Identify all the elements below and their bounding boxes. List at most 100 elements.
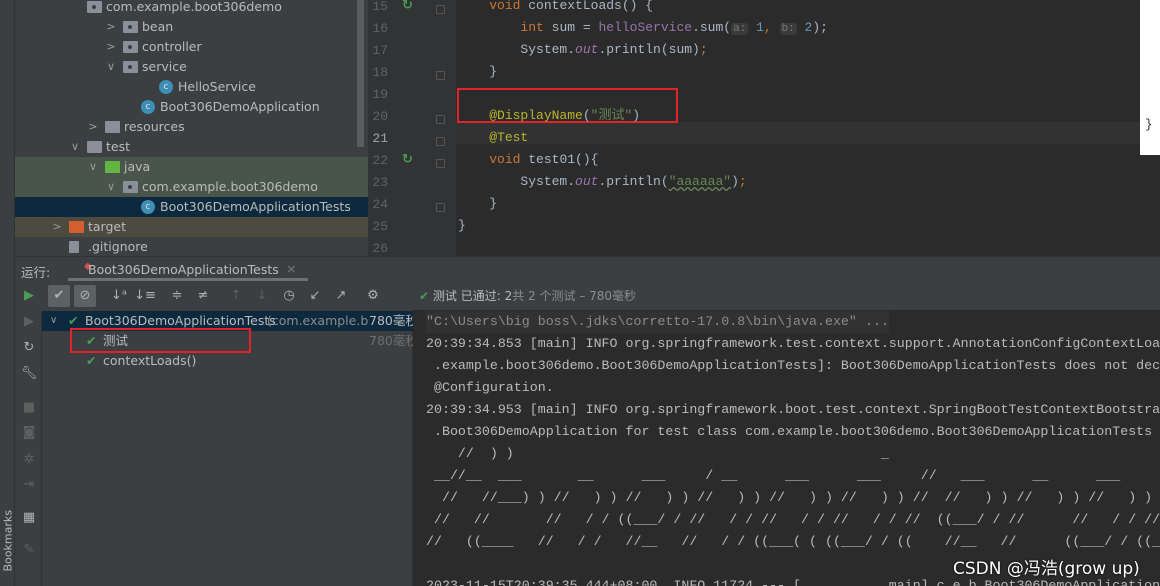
code-line[interactable]: @Test bbox=[458, 127, 528, 149]
import-tests-icon[interactable]: ↙ bbox=[304, 285, 326, 307]
chevron-down-icon[interactable]: ∨ bbox=[87, 157, 99, 177]
expand-all-icon[interactable]: ≑ bbox=[166, 285, 188, 307]
code-token-fn: } bbox=[458, 64, 498, 79]
code-line[interactable]: void contextLoads() { bbox=[458, 0, 653, 17]
code-line[interactable]: System.out.println("aaaaaa"); bbox=[458, 171, 746, 193]
layout-icon[interactable]: ▦ bbox=[17, 510, 41, 525]
code-token-fn bbox=[458, 108, 489, 123]
sort-duration-icon[interactable]: ↓≡ bbox=[134, 285, 156, 307]
close-tab-icon[interactable]: × bbox=[286, 261, 296, 276]
prev-failed-icon[interactable]: ↑ bbox=[225, 285, 247, 307]
console-line: .Boot306DemoApplication for test class c… bbox=[426, 424, 1153, 439]
login-icon[interactable]: ⇥ bbox=[17, 477, 41, 492]
bookmarks-tab[interactable]: Bookmarks bbox=[2, 502, 15, 571]
history-icon[interactable]: ◷ bbox=[278, 285, 300, 307]
rerun-icon[interactable]: ▶ bbox=[17, 288, 41, 303]
chevron-down-icon[interactable]: ∨ bbox=[69, 137, 81, 157]
fold-icon[interactable] bbox=[436, 115, 445, 124]
tree-item-folder[interactable]: ∨ test bbox=[15, 137, 368, 157]
tree-item-package[interactable]: ∨ service bbox=[15, 57, 368, 77]
tree-item-package[interactable]: ∨ com.example.boot306demo bbox=[15, 177, 368, 197]
collapse-all-icon[interactable]: ≠ bbox=[192, 285, 214, 307]
tree-scrollbar[interactable] bbox=[357, 0, 364, 147]
chevron-right-icon[interactable]: > bbox=[105, 37, 117, 57]
code-line[interactable]: System.out.println(sum); bbox=[458, 39, 708, 61]
fold-icon[interactable] bbox=[436, 159, 445, 168]
folder-icon bbox=[123, 41, 138, 53]
test-status-bar: ✔ 测试 已通过: 2共 2 个测试 – 780毫秒 bbox=[413, 283, 1160, 310]
code-token-it: out bbox=[575, 174, 599, 189]
code-token-fn: contextLoads() { bbox=[528, 0, 654, 13]
code-token-fn: sum = bbox=[551, 20, 599, 35]
show-passed-icon[interactable]: ✔ bbox=[48, 285, 70, 307]
tree-item-spring-app-class[interactable]: c Boot306DemoApplication bbox=[15, 97, 368, 117]
code-token-fn: ) bbox=[632, 108, 641, 123]
chevron-down-icon[interactable]: ∨ bbox=[105, 177, 117, 197]
test-row-contextloads[interactable]: ✔ contextLoads() bbox=[42, 351, 413, 371]
tree-item-test-source-folder[interactable]: ∨ java bbox=[15, 157, 368, 177]
code-token-fn: .println( bbox=[598, 174, 669, 189]
class-icon: c bbox=[159, 80, 173, 94]
folder-icon bbox=[69, 221, 84, 233]
folder-icon bbox=[105, 121, 120, 133]
tree-item-excluded-folder[interactable]: > target bbox=[15, 217, 368, 237]
toggle-auto-test-icon[interactable]: ↻ bbox=[17, 340, 41, 355]
code-line[interactable]: void test01(){ bbox=[458, 149, 598, 171]
fold-icon[interactable] bbox=[436, 203, 445, 212]
fold-icon[interactable] bbox=[436, 5, 445, 14]
chevron-right-icon[interactable]: > bbox=[87, 117, 99, 137]
camera-icon[interactable]: ◙ bbox=[17, 425, 41, 440]
sort-alpha-icon[interactable]: ↓ᵃ bbox=[108, 285, 130, 307]
stop-icon[interactable]: ■ bbox=[17, 400, 41, 415]
tree-item-test-class[interactable]: c Boot306DemoApplicationTests bbox=[15, 197, 368, 217]
code-token-fn: } bbox=[458, 196, 498, 211]
tree-item-package[interactable]: com.example.boot306demo bbox=[15, 0, 368, 17]
code-token-kw: int bbox=[520, 20, 552, 35]
line-number: 21 bbox=[372, 131, 388, 146]
run-test-gutter-icon[interactable]: ↻ bbox=[402, 152, 413, 167]
left-tool-stripe bbox=[0, 0, 15, 586]
tree-item-package[interactable]: > bean bbox=[15, 17, 368, 37]
chevron-right-icon[interactable]: > bbox=[51, 217, 63, 237]
chevron-down-icon[interactable]: ∨ bbox=[105, 57, 117, 77]
debug-icon[interactable]: ✲ bbox=[17, 452, 41, 467]
code-line[interactable]: @DisplayName("测试") bbox=[458, 105, 640, 127]
export-tests-icon[interactable]: ↗ bbox=[330, 285, 352, 307]
file-icon bbox=[69, 241, 79, 253]
line-number: 18 bbox=[372, 65, 388, 80]
pin-icon[interactable]: ✎ bbox=[17, 542, 41, 557]
test-class-icon: c bbox=[141, 200, 155, 214]
wrench-icon[interactable]: 🔧︎ bbox=[17, 366, 41, 381]
fold-icon[interactable] bbox=[436, 137, 445, 146]
tree-item-label: target bbox=[88, 219, 127, 234]
fold-icon[interactable] bbox=[436, 71, 445, 80]
settings-icon[interactable]: ⚙ bbox=[362, 285, 384, 307]
tree-item-class[interactable]: c HelloService bbox=[15, 77, 368, 97]
code-token-hint: b: bbox=[779, 23, 797, 35]
code-line[interactable]: } bbox=[458, 61, 497, 83]
run-tab[interactable]: ◆ Boot306DemoApplicationTests × bbox=[68, 257, 308, 281]
chevron-down-icon[interactable]: ∨ bbox=[50, 311, 57, 331]
folder-icon bbox=[123, 181, 138, 193]
line-number: 26 bbox=[372, 241, 388, 256]
next-failed-icon[interactable]: ↓ bbox=[251, 285, 273, 307]
tree-item-package[interactable]: > controller bbox=[15, 37, 368, 57]
code-token-it: out bbox=[575, 42, 599, 57]
show-ignored-icon[interactable]: ⊘ bbox=[74, 285, 96, 307]
folder-icon bbox=[87, 141, 102, 153]
code-token-kw: ; bbox=[699, 42, 708, 57]
rerun-failed-icon[interactable]: ▶ bbox=[17, 314, 41, 329]
folder-icon bbox=[105, 161, 120, 173]
code-token-fn bbox=[458, 130, 489, 145]
code-line[interactable]: int sum = helloService.sum(a: 1, b: 2); bbox=[458, 17, 828, 39]
code-token-num: 1 bbox=[748, 20, 764, 35]
code-line[interactable]: } bbox=[458, 193, 497, 215]
tree-item-resources-folder[interactable]: > resources bbox=[15, 117, 368, 137]
code-line[interactable]: } bbox=[458, 215, 466, 237]
run-test-gutter-icon[interactable]: ↻ bbox=[402, 0, 413, 13]
chevron-right-icon[interactable]: > bbox=[105, 17, 117, 37]
tree-item-file[interactable]: .gitignore bbox=[15, 237, 368, 257]
console-output[interactable]: "C:\Users\big boss\.jdks\corretto-17.0.8… bbox=[413, 310, 1160, 586]
popup-text: } bbox=[1145, 118, 1153, 132]
folder-icon bbox=[123, 21, 138, 33]
